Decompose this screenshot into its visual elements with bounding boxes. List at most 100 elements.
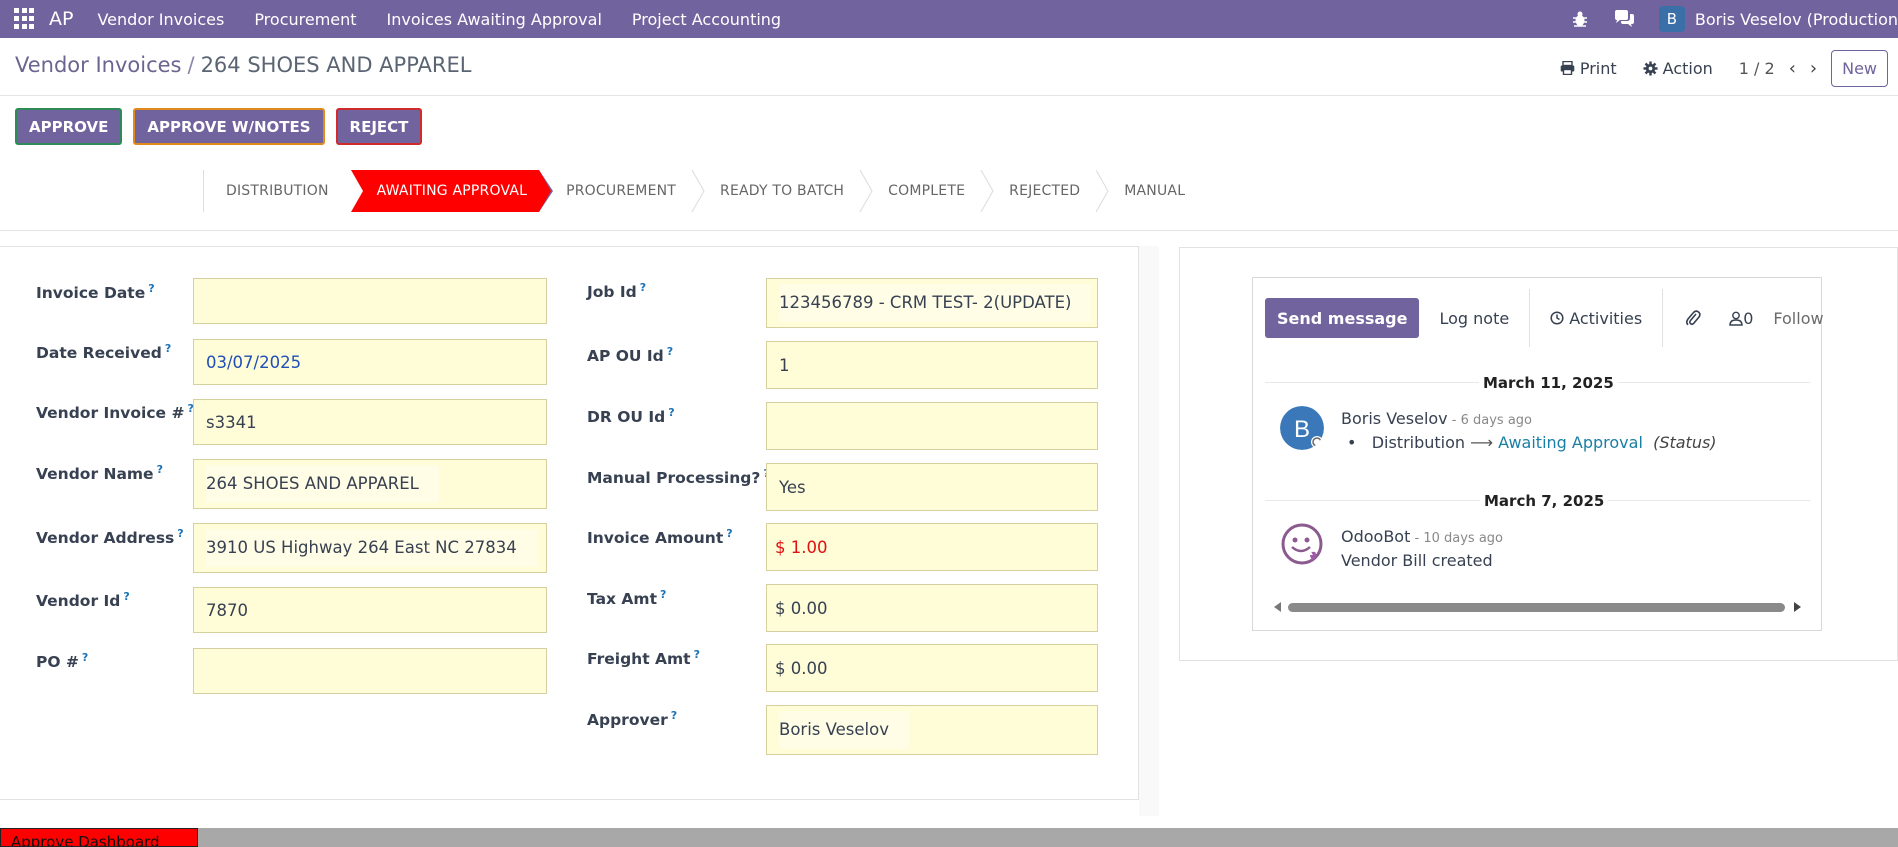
vendor-name-value: 264 SHOES AND APPAREL [206, 464, 439, 504]
user-avatar[interactable]: B [1658, 6, 1685, 32]
menu-project-accounting[interactable]: Project Accounting [632, 10, 781, 29]
help-tooltip-icon[interactable]: ? [82, 651, 88, 664]
stage-label: REJECTED [1009, 183, 1081, 199]
dr-ou-id-field[interactable] [766, 402, 1098, 450]
help-tooltip-icon[interactable]: ? [148, 282, 154, 295]
toolbar-divider [1662, 289, 1664, 347]
help-tooltip-icon[interactable]: ? [165, 342, 171, 355]
approve-button[interactable]: APPROVE [15, 108, 123, 145]
help-tooltip-icon[interactable]: ? [726, 527, 732, 540]
print-icon [1560, 61, 1575, 75]
manual-processing-field[interactable]: Yes [766, 463, 1098, 511]
followers-button[interactable]: 0 [1729, 309, 1753, 328]
breadcrumb-current: 264 SHOES AND APPAREL [200, 53, 472, 77]
scroll-left-icon[interactable] [1272, 601, 1282, 613]
vendor-id-field[interactable]: 7870 [193, 587, 547, 633]
print-button[interactable]: Print [1560, 59, 1617, 78]
apps-menu-icon[interactable] [14, 8, 36, 30]
stage-label: MANUAL [1124, 183, 1186, 199]
author-name[interactable]: OdooBot [1341, 527, 1410, 546]
approve-with-notes-button[interactable]: APPROVE W/NOTES [133, 108, 325, 145]
vendor-name-field[interactable]: 264 SHOES AND APPAREL [193, 459, 547, 509]
date-received-label: Date Received? [36, 342, 172, 363]
vendor-address-value: 3910 US Highway 264 East NC 27834 [206, 528, 537, 568]
gear-icon [1643, 60, 1658, 76]
tax-amt-label: Tax Amt? [587, 588, 667, 609]
freight-amt-field[interactable]: $ 0.00 [766, 644, 1098, 692]
menu-invoices-awaiting-approval[interactable]: Invoices Awaiting Approval [387, 10, 602, 29]
breadcrumb-separator: / [187, 53, 195, 77]
pager-next-icon[interactable]: › [1810, 58, 1817, 79]
user-menu-name[interactable]: Boris Veselov (Production [1695, 10, 1898, 29]
follow-button[interactable]: Follow [1773, 309, 1823, 328]
author-name[interactable]: Boris Veselov [1341, 409, 1448, 428]
reject-button[interactable]: REJECT [335, 108, 423, 145]
help-tooltip-icon[interactable]: ? [177, 527, 183, 540]
help-tooltip-icon[interactable]: ? [671, 709, 677, 722]
follower-user-icon [1729, 311, 1743, 326]
chatter-horizontal-scrollbar[interactable] [1270, 600, 1805, 614]
help-tooltip-icon[interactable]: ? [123, 590, 129, 603]
approver-value: Boris Veselov [779, 710, 909, 750]
invoice-amount-field[interactable]: $ 1.00 [766, 523, 1098, 571]
menu-vendor-invoices[interactable]: Vendor Invoices [97, 10, 224, 29]
app-brand[interactable]: AP [49, 8, 73, 30]
help-tooltip-icon[interactable]: ? [667, 345, 673, 358]
action-menu-button[interactable]: Action [1643, 59, 1713, 78]
stage-label: AWAITING APPROVAL [376, 183, 528, 199]
log-note-button[interactable]: Log note [1439, 309, 1509, 328]
status-bar: DISTRIBUTION AWAITING APPROVAL PROCUREME… [203, 170, 1207, 212]
toolbar-divider [1529, 289, 1531, 347]
scrollbar-thumb[interactable] [1288, 603, 1785, 612]
job-id-label: Job Id? [587, 281, 647, 302]
new-record-button[interactable]: New [1831, 49, 1888, 87]
invoice-date-field[interactable] [193, 278, 547, 324]
breadcrumb-parent-link[interactable]: Vendor Invoices [15, 53, 181, 77]
stage-complete[interactable]: COMPLETE [866, 170, 994, 212]
control-panel-actions: Print Action 1 / 2 ‹ › New [1560, 48, 1898, 88]
tracking-old-value: Distribution [1371, 433, 1466, 452]
stage-manual[interactable]: MANUAL [1102, 170, 1207, 212]
messaging-icon[interactable] [1613, 9, 1635, 29]
stage-awaiting-approval[interactable]: AWAITING APPROVAL [350, 170, 554, 212]
tracking-value: • Distribution ⟶ Awaiting Approval (Stat… [1347, 433, 1717, 452]
message-time: - 10 days ago [1410, 531, 1504, 546]
help-tooltip-icon[interactable]: ? [157, 463, 163, 476]
vendor-address-field[interactable]: 3910 US Highway 264 East NC 27834 [193, 523, 547, 573]
tax-amt-field[interactable]: $ 0.00 [766, 584, 1098, 632]
paperclip-icon[interactable] [1685, 309, 1701, 327]
vendor-invoice-field[interactable]: s3341 [193, 399, 547, 445]
menu-procurement[interactable]: Procurement [254, 10, 356, 29]
clock-icon [1550, 311, 1564, 325]
message-date-separator: March 11, 2025 [1479, 374, 1618, 392]
stage-rejected[interactable]: REJECTED [987, 170, 1109, 212]
job-id-field[interactable]: 123456789 - CRM TEST- 2(UPDATE) [766, 278, 1098, 328]
tracking-new-value: Awaiting Approval [1498, 433, 1643, 452]
debug-bug-icon[interactable] [1571, 10, 1589, 28]
help-tooltip-icon[interactable]: ? [694, 648, 700, 661]
stage-procurement[interactable]: PROCUREMENT [539, 170, 705, 212]
approver-field[interactable]: Boris Veselov [766, 705, 1098, 755]
help-tooltip-icon[interactable]: ? [660, 588, 666, 601]
scroll-right-icon[interactable] [1793, 601, 1803, 613]
invoice-amount-label: Invoice Amount? [587, 527, 733, 548]
date-received-field[interactable]: 03/07/2025 [193, 339, 547, 385]
send-message-button[interactable]: Send message [1265, 298, 1420, 338]
stage-label: COMPLETE [888, 183, 966, 199]
stage-distribution[interactable]: DISTRIBUTION [204, 170, 351, 212]
pager-previous-icon[interactable]: ‹ [1789, 58, 1796, 79]
ap-ou-id-field[interactable]: 1 [766, 341, 1098, 389]
pager-value[interactable]: 1 / 2 [1739, 59, 1775, 78]
chatter-toolbar: Send message Log note Activities 0 Follo… [1265, 289, 1824, 347]
approve-dashboard-button[interactable]: Approve Dashboard [0, 828, 198, 847]
user-avatar[interactable]: B [1280, 406, 1324, 450]
header-action-buttons: APPROVE APPROVE W/NOTES REJECT [15, 108, 433, 145]
odoobot-avatar-icon[interactable] [1280, 522, 1324, 566]
svg-text:B: B [1294, 416, 1310, 443]
stage-ready-to-batch[interactable]: READY TO BATCH [698, 170, 873, 212]
activities-button[interactable]: Activities [1550, 309, 1642, 328]
help-tooltip-icon[interactable]: ? [640, 281, 646, 294]
po-number-field[interactable] [193, 648, 547, 694]
help-tooltip-icon[interactable]: ? [668, 406, 674, 419]
breadcrumb: Vendor Invoices/264 SHOES AND APPAREL [15, 53, 471, 77]
